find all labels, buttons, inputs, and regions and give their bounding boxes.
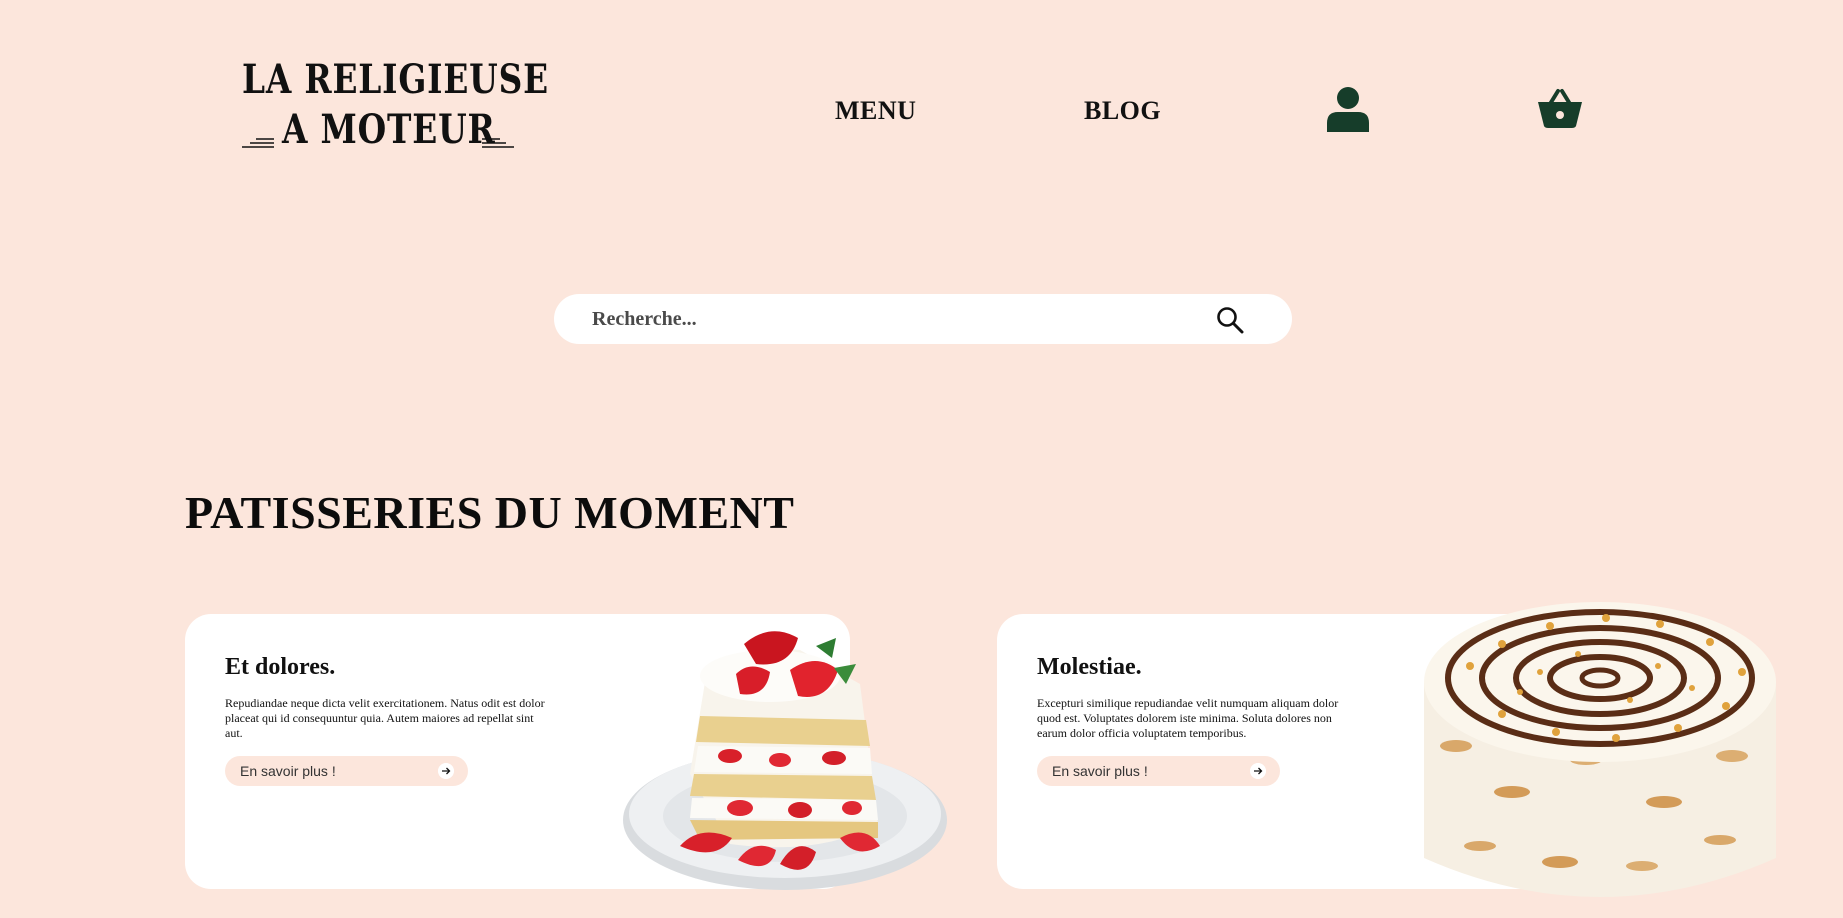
basket-icon xyxy=(1538,89,1582,128)
account-button[interactable] xyxy=(1326,86,1370,132)
learn-more-label: En savoir plus ! xyxy=(1052,763,1148,779)
search-bar xyxy=(554,294,1292,344)
card-description: Repudiandae neque dicta velit exercitati… xyxy=(225,696,545,740)
learn-more-button[interactable]: En savoir plus ! xyxy=(225,756,468,786)
arrow-right-icon xyxy=(1250,763,1266,779)
swirl-cake-image xyxy=(1424,602,1776,897)
user-icon xyxy=(1327,87,1369,132)
cart-button[interactable] xyxy=(1538,88,1582,128)
arrow-right-icon xyxy=(438,763,454,779)
card-title: Et dolores. xyxy=(225,654,336,680)
card-description: Excepturi similique repudiandae velit nu… xyxy=(1037,696,1339,740)
learn-more-label: En savoir plus ! xyxy=(240,763,336,779)
logo-dash-right-icon xyxy=(482,138,514,148)
section-title: PATISSERIES DU MOMENT xyxy=(185,487,795,538)
card-title: Molestiae. xyxy=(1037,654,1142,680)
logo-line-2-wrapper: A MOTEUR xyxy=(242,110,514,154)
search-icon[interactable] xyxy=(1216,306,1244,334)
search-input[interactable] xyxy=(590,306,1190,332)
logo-line-2: A MOTEUR xyxy=(282,106,496,153)
brand-logo[interactable]: LA RELIGIEUSE A MOTEUR xyxy=(242,56,549,154)
strawberry-cake-image xyxy=(623,631,947,890)
logo-line-1: LA RELIGIEUSE xyxy=(242,56,549,103)
learn-more-button[interactable]: En savoir plus ! xyxy=(1037,756,1280,786)
nav-menu-link[interactable]: MENU xyxy=(835,96,916,126)
nav-blog-link[interactable]: BLOG xyxy=(1084,96,1161,126)
logo-dash-left-icon xyxy=(242,138,274,148)
